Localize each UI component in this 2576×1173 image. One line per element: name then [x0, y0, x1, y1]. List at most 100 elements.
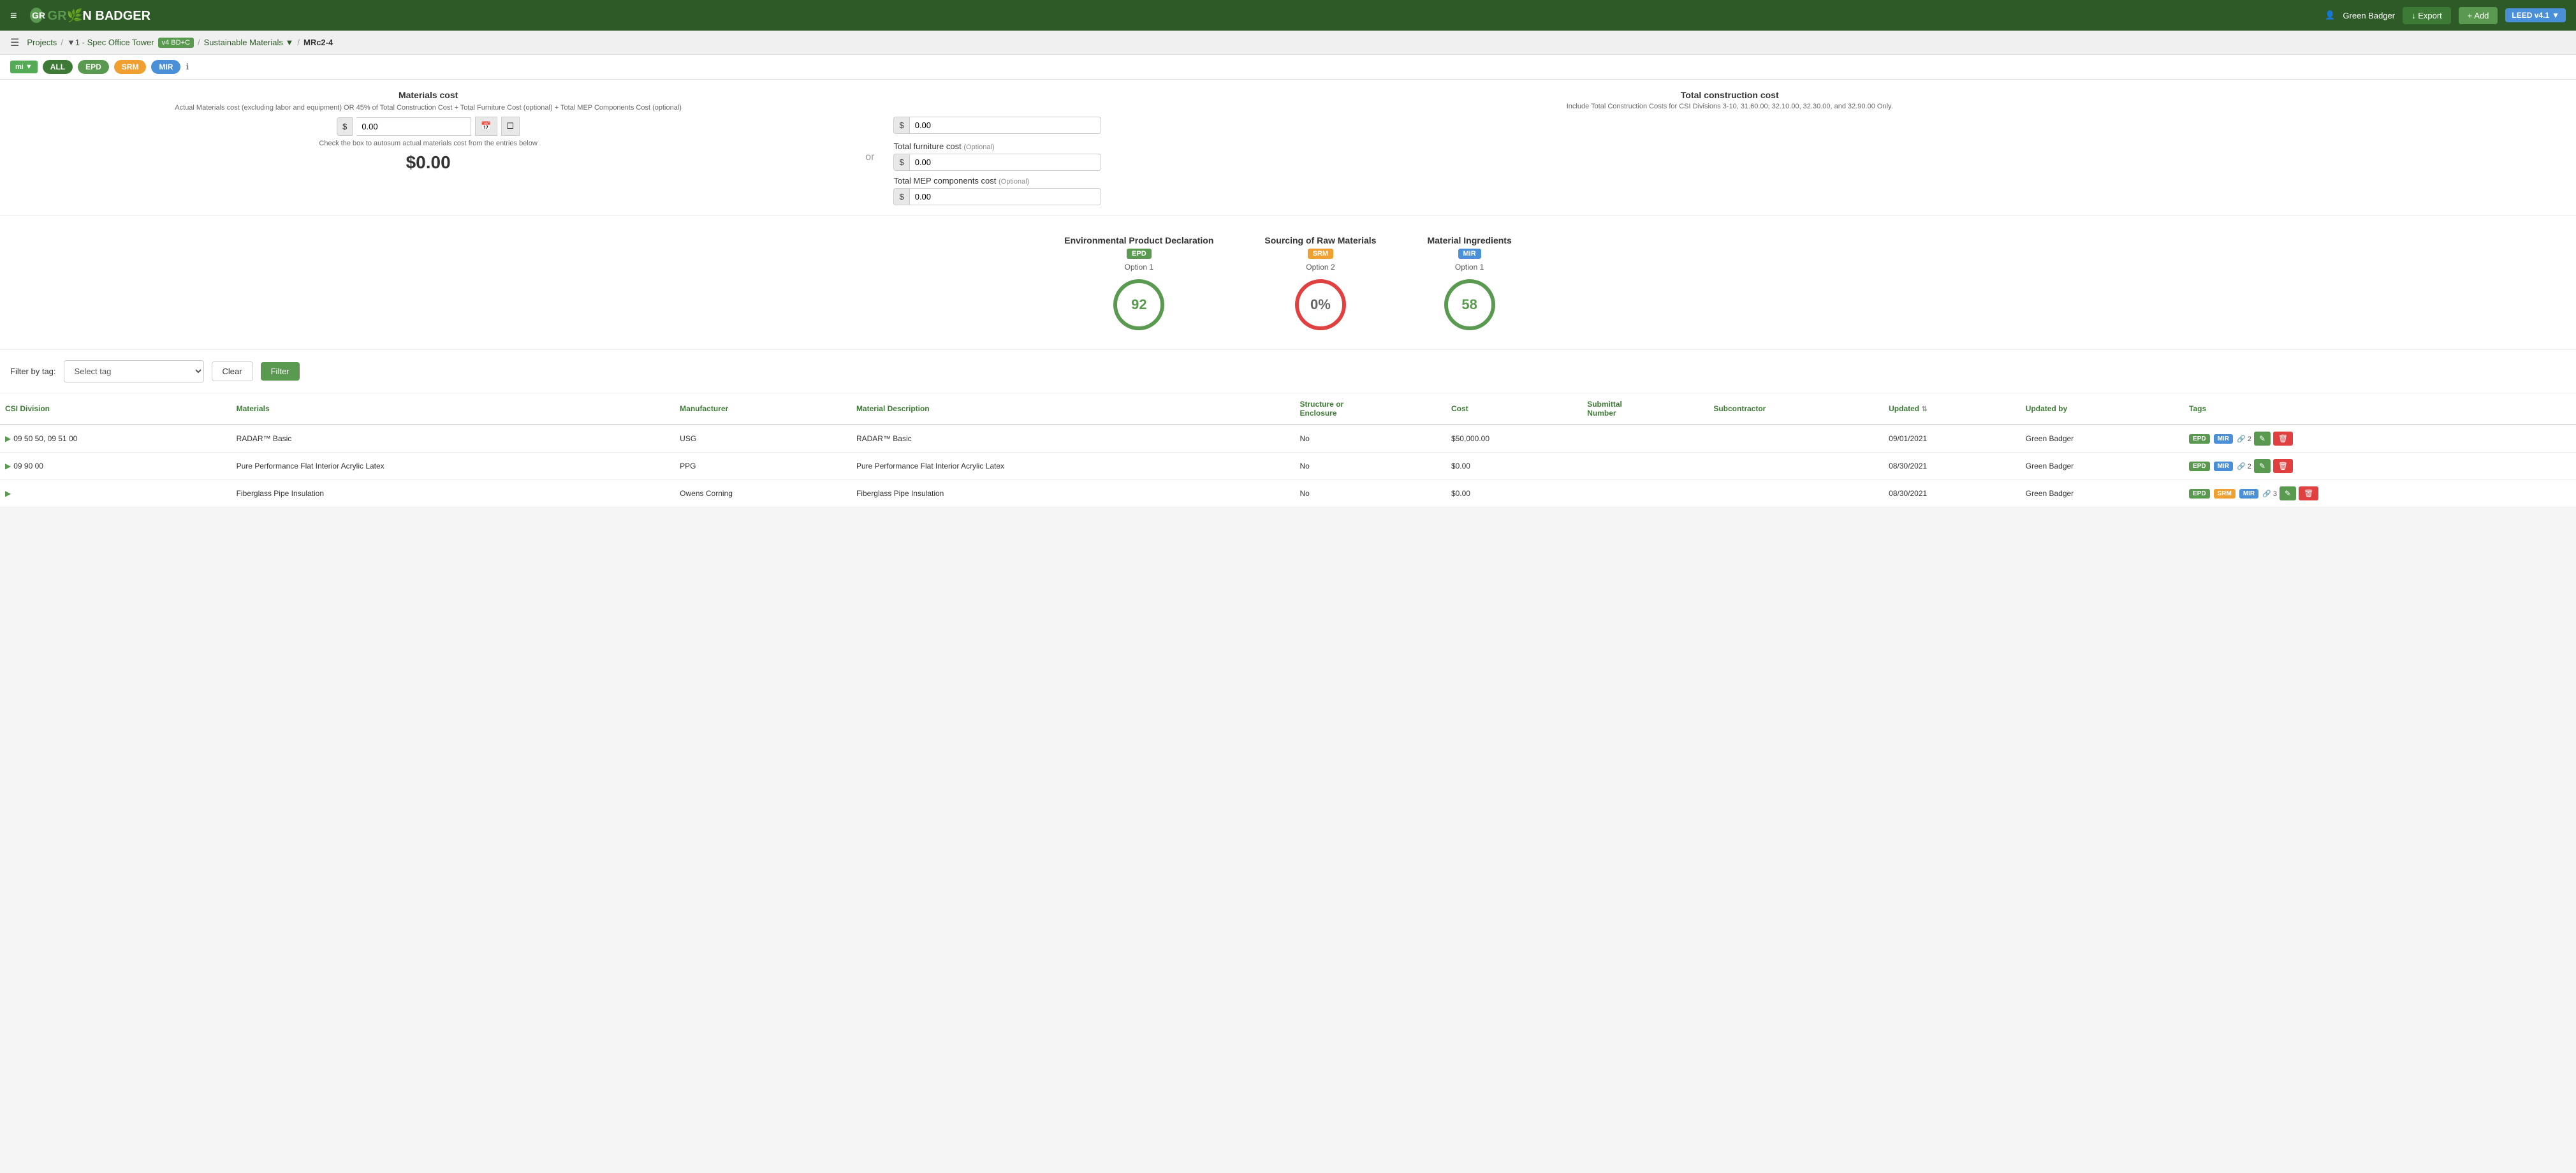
tag-filter-label: Filter by tag:	[10, 367, 56, 376]
table-header-row: CSI Division Materials Manufacturer Mate…	[0, 393, 2576, 425]
breadcrumb-credit: MRc2-4	[304, 38, 333, 47]
gauge-srm-badge: SRM	[1308, 249, 1333, 259]
materials-cost-total: $0.00	[10, 152, 846, 173]
col-submittal[interactable]: SubmittalNumber	[1582, 393, 1708, 425]
breadcrumb-project[interactable]: 1 - Spec Office Tower	[75, 38, 154, 47]
user-name: Green Badger	[2343, 11, 2395, 20]
clear-button[interactable]: Clear	[212, 361, 253, 381]
gauge-mir-circle: 58	[1444, 279, 1495, 330]
sidebar-toggle-icon[interactable]: ☰	[10, 36, 19, 49]
breadcrumb: ☰ Projects / ▼ 1 - Spec Office Tower v4 …	[0, 31, 2576, 55]
hamburger-icon[interactable]: ≡	[10, 9, 17, 22]
gauge-srm-title: Sourcing of Raw Materials	[1264, 235, 1376, 245]
gauge-srm-circle: 0%	[1295, 279, 1346, 330]
breadcrumb-category[interactable]: Sustainable Materials ▼	[204, 38, 294, 47]
delete-button[interactable]: 🗑	[2273, 459, 2293, 473]
table-row: ▶09 50 50, 09 51 00 RADAR™ Basic USG RAD…	[0, 425, 2576, 453]
gauge-epd-title: Environmental Product Declaration	[1064, 235, 1213, 245]
unit-selector[interactable]: mi ▼	[10, 61, 38, 73]
dollar-prefix-mep: $	[893, 188, 909, 205]
calendar-icon-btn[interactable]: 📅	[475, 117, 497, 136]
filter-mir-button[interactable]: MIR	[151, 60, 180, 74]
row-expand-arrow[interactable]: ▶	[5, 462, 11, 470]
dollar-prefix-construction: $	[893, 117, 909, 134]
cell-cost: $0.00	[1446, 453, 1582, 480]
info-icon[interactable]: ℹ	[186, 62, 189, 72]
cell-updated-by: Green Badger	[2021, 453, 2184, 480]
edit-button[interactable]: ✎	[2254, 459, 2271, 473]
col-description[interactable]: Material Description	[851, 393, 1295, 425]
filter-pills-bar: mi ▼ ALL EPD SRM MIR ℹ	[0, 55, 2576, 80]
tag-badge-srm: SRM	[2214, 489, 2236, 499]
cell-subcontractor	[1708, 480, 1884, 507]
cell-cost: $50,000.00	[1446, 425, 1582, 453]
checkbox-icon-btn[interactable]: ☐	[501, 117, 520, 136]
link-count: 🔗 2	[2237, 462, 2251, 470]
gauge-srm: Sourcing of Raw Materials SRM Option 2 0…	[1264, 235, 1376, 330]
total-mep-input[interactable]	[910, 188, 1101, 205]
cell-tags: EPDMIR 🔗 2 ✎ 🗑	[2184, 453, 2576, 480]
tag-filter-section: Filter by tag: Select tag Clear Filter	[0, 350, 2576, 393]
col-materials[interactable]: Materials	[231, 393, 675, 425]
edit-button[interactable]: ✎	[2280, 486, 2296, 500]
total-construction-desc: Include Total Construction Costs for CSI…	[893, 103, 2566, 110]
col-updated[interactable]: Updated ⇅	[1884, 393, 2021, 425]
cell-submittal	[1582, 453, 1708, 480]
cell-structure: No	[1295, 425, 1446, 453]
edit-button[interactable]: ✎	[2254, 432, 2271, 446]
total-construction-input[interactable]	[910, 117, 1101, 134]
filter-all-button[interactable]: ALL	[43, 60, 73, 74]
logo-text: GR🌿N BADGER	[48, 8, 151, 24]
gauge-mir-title: Material Ingredients	[1427, 235, 1511, 245]
or-divider: or	[865, 133, 874, 163]
materials-table-section: CSI Division Materials Manufacturer Mate…	[0, 393, 2576, 507]
cell-description: RADAR™ Basic	[851, 425, 1295, 453]
cell-updated-by: Green Badger	[2021, 425, 2184, 453]
total-furniture-input[interactable]	[910, 154, 1101, 171]
cell-csi: ▶09 50 50, 09 51 00	[0, 425, 231, 453]
link-count: 🔗 3	[2262, 490, 2277, 498]
delete-button[interactable]: 🗑	[2273, 432, 2293, 446]
filter-srm-button[interactable]: SRM	[114, 60, 147, 74]
col-structure[interactable]: Structure orEnclosure	[1295, 393, 1446, 425]
cell-description: Pure Performance Flat Interior Acrylic L…	[851, 453, 1295, 480]
tag-select[interactable]: Select tag	[64, 360, 204, 382]
gauge-epd-badge: EPD	[1127, 249, 1152, 259]
row-expand-arrow[interactable]: ▶	[5, 489, 11, 498]
total-construction-title: Total construction cost	[893, 90, 2566, 100]
filter-button[interactable]: Filter	[261, 362, 300, 381]
filter-epd-button[interactable]: EPD	[78, 60, 109, 74]
col-cost[interactable]: Cost	[1446, 393, 1582, 425]
table-body: ▶09 50 50, 09 51 00 RADAR™ Basic USG RAD…	[0, 425, 2576, 507]
dollar-prefix-furniture: $	[893, 154, 909, 171]
col-csi[interactable]: CSI Division	[0, 393, 231, 425]
col-subcontractor[interactable]: Subcontractor	[1708, 393, 1884, 425]
gauge-srm-option: Option 2	[1264, 263, 1376, 272]
tag-badge-epd: EPD	[2189, 462, 2210, 471]
cell-updated: 09/01/2021	[1884, 425, 2021, 453]
cell-tags: EPDMIR 🔗 2 ✎ 🗑	[2184, 425, 2576, 453]
cell-description: Fiberglass Pipe Insulation	[851, 480, 1295, 507]
row-expand-arrow[interactable]: ▶	[5, 434, 11, 443]
cell-submittal	[1582, 425, 1708, 453]
leed-badge-label: LEED v4.1	[2512, 11, 2549, 20]
cell-updated-by: Green Badger	[2021, 480, 2184, 507]
cell-structure: No	[1295, 453, 1446, 480]
breadcrumb-projects[interactable]: Projects	[27, 38, 57, 47]
materials-cost-title: Materials cost	[10, 90, 846, 100]
leed-badge[interactable]: LEED v4.1 ▼	[2505, 8, 2566, 22]
col-manufacturer[interactable]: Manufacturer	[675, 393, 851, 425]
col-tags[interactable]: Tags	[2184, 393, 2576, 425]
cost-section: Materials cost Actual Materials cost (ex…	[0, 80, 2576, 216]
tag-badge-mir: MIR	[2239, 489, 2258, 499]
col-updated-by[interactable]: Updated by	[2021, 393, 2184, 425]
export-button[interactable]: ↓ Export	[2403, 7, 2451, 24]
delete-button[interactable]: 🗑	[2299, 486, 2318, 500]
nav-right: 👤 Green Badger ↓ Export + Add LEED v4.1 …	[2325, 7, 2566, 24]
add-button[interactable]: + Add	[2459, 7, 2498, 24]
tag-badge-epd: EPD	[2189, 434, 2210, 444]
total-construction-block: Total construction cost Include Total Co…	[893, 90, 2566, 205]
actual-materials-cost-input[interactable]	[356, 117, 471, 136]
cell-material: Fiberglass Pipe Insulation	[231, 480, 675, 507]
tag-badge-epd: EPD	[2189, 489, 2210, 499]
